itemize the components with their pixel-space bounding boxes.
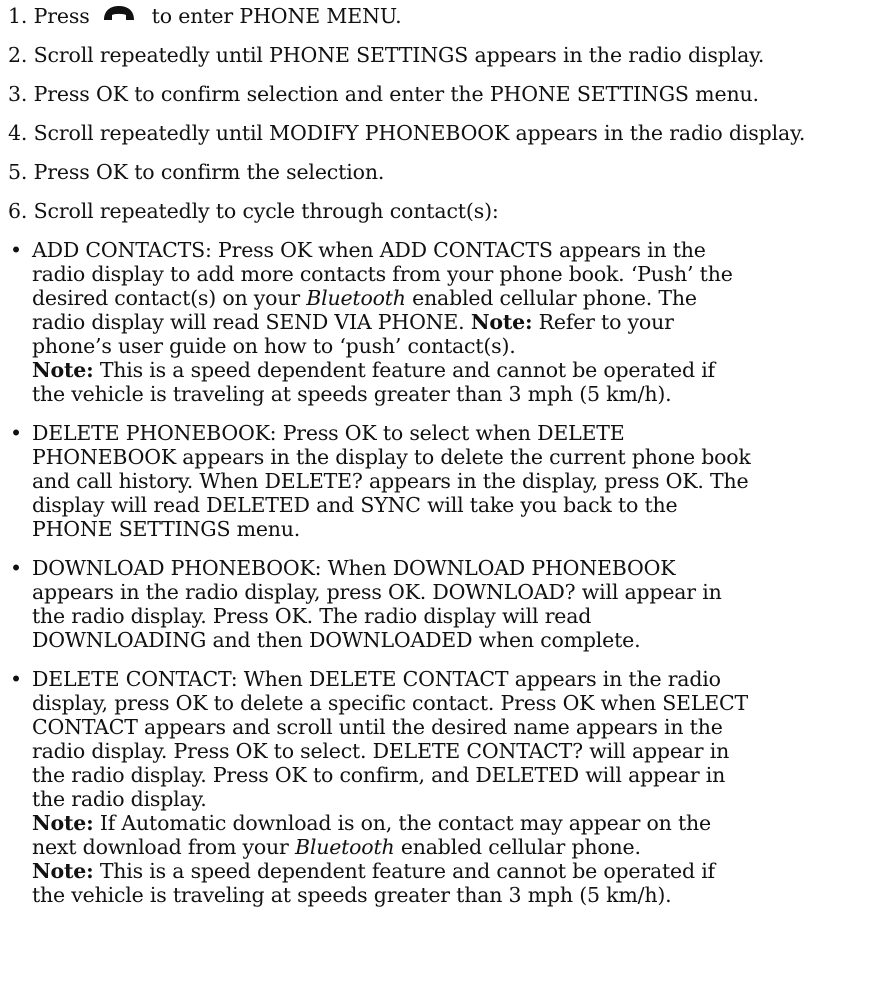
text-line: the radio display. Press OK. The radio d… bbox=[32, 604, 592, 628]
text-line: PHONEBOOK appears in the display to dele… bbox=[32, 445, 751, 469]
text-line: ADD CONTACTS: Press OK when ADD CONTACTS… bbox=[32, 238, 706, 262]
bluetooth-term: Bluetooth bbox=[294, 835, 395, 859]
note-label: Note: bbox=[32, 358, 94, 382]
text-line: desired contact(s) on your Bluetooth ena… bbox=[32, 286, 697, 310]
text-line: radio display will read SEND VIA PHONE. … bbox=[32, 310, 674, 334]
text-line: DOWNLOAD PHONEBOOK: When DOWNLOAD PHONEB… bbox=[32, 556, 676, 580]
step-4: 4. Scroll repeatedly until MODIFY PHONEB… bbox=[8, 121, 866, 145]
bullet-icon: • bbox=[10, 238, 22, 262]
text-line: radio display. Press OK to select. DELET… bbox=[32, 739, 730, 763]
bluetooth-term: Bluetooth bbox=[306, 286, 406, 310]
step-3: 3. Press OK to confirm selection and ent… bbox=[8, 82, 866, 106]
step-number: 3. bbox=[8, 82, 28, 106]
step-text: Press OK to confirm the selection. bbox=[33, 160, 385, 184]
step-number: 1. bbox=[8, 4, 28, 28]
text-line: PHONE SETTINGS menu. bbox=[32, 517, 301, 541]
text-line: next download from your Bluetooth enable… bbox=[32, 835, 641, 859]
step-6: 6. Scroll repeatedly to cycle through co… bbox=[8, 199, 866, 223]
text-line: phone’s user guide on how to ‘push’ cont… bbox=[32, 334, 516, 358]
text-line: and call history. When DELETE? appears i… bbox=[32, 469, 749, 493]
phone-handset-icon bbox=[103, 6, 134, 20]
bullet-download-phonebook: • DOWNLOAD PHONEBOOK: When DOWNLOAD PHON… bbox=[8, 556, 866, 652]
bullet-icon: • bbox=[10, 421, 22, 445]
text-line: DOWNLOADING and then DOWNLOADED when com… bbox=[32, 628, 641, 652]
note-line: Note: This is a speed dependent feature … bbox=[32, 859, 715, 883]
bullet-add-contacts: • ADD CONTACTS: Press OK when ADD CONTAC… bbox=[8, 238, 866, 406]
note-label: Note: bbox=[32, 811, 94, 835]
text-line: the vehicle is traveling at speeds great… bbox=[32, 883, 672, 907]
text-line: DELETE CONTACT: When DELETE CONTACT appe… bbox=[32, 667, 721, 691]
text-line: CONTACT appears and scroll until the des… bbox=[32, 715, 723, 739]
bullet-icon: • bbox=[10, 556, 22, 580]
text-line: DELETE PHONEBOOK: Press OK to select whe… bbox=[32, 421, 625, 445]
step-text: Press bbox=[33, 4, 90, 28]
step-1: 1. Press to enter PHONE MENU. bbox=[8, 4, 866, 28]
note-label: Note: bbox=[470, 310, 533, 334]
note-label: Note: bbox=[32, 859, 94, 883]
step-number: 2. bbox=[8, 43, 28, 67]
text-line: the radio display. bbox=[32, 787, 207, 811]
step-2: 2. Scroll repeatedly until PHONE SETTING… bbox=[8, 43, 866, 67]
step-text: Press OK to confirm selection and enter … bbox=[33, 82, 759, 106]
step-number: 6. bbox=[8, 199, 28, 223]
note-line: Note: This is a speed dependent feature … bbox=[32, 358, 715, 382]
note-line: Note: If Automatic download is on, the c… bbox=[32, 811, 711, 835]
step-text: Scroll repeatedly until MODIFY PHONEBOOK… bbox=[33, 121, 806, 145]
step-5: 5. Press OK to confirm the selection. bbox=[8, 160, 866, 184]
instructions-page: 1. Press to enter PHONE MENU. 2. Scroll … bbox=[8, 4, 866, 922]
step-number: 4. bbox=[8, 121, 28, 145]
text-line: display will read DELETED and SYNC will … bbox=[32, 493, 678, 517]
text-line: the vehicle is traveling at speeds great… bbox=[32, 382, 672, 406]
step-number: 5. bbox=[8, 160, 28, 184]
bullet-delete-phonebook: • DELETE PHONEBOOK: Press OK to select w… bbox=[8, 421, 866, 541]
step-text: to enter PHONE MENU. bbox=[151, 4, 402, 28]
text-line: appears in the radio display, press OK. … bbox=[32, 580, 722, 604]
bullet-icon: • bbox=[10, 667, 22, 691]
text-line: radio display to add more contacts from … bbox=[32, 262, 733, 286]
bullet-delete-contact: • DELETE CONTACT: When DELETE CONTACT ap… bbox=[8, 667, 866, 907]
step-text: Scroll repeatedly until PHONE SETTINGS a… bbox=[33, 43, 765, 67]
text-line: the radio display. Press OK to confirm, … bbox=[32, 763, 726, 787]
text-line: display, press OK to delete a specific c… bbox=[32, 691, 748, 715]
step-text: Scroll repeatedly to cycle through conta… bbox=[33, 199, 499, 223]
